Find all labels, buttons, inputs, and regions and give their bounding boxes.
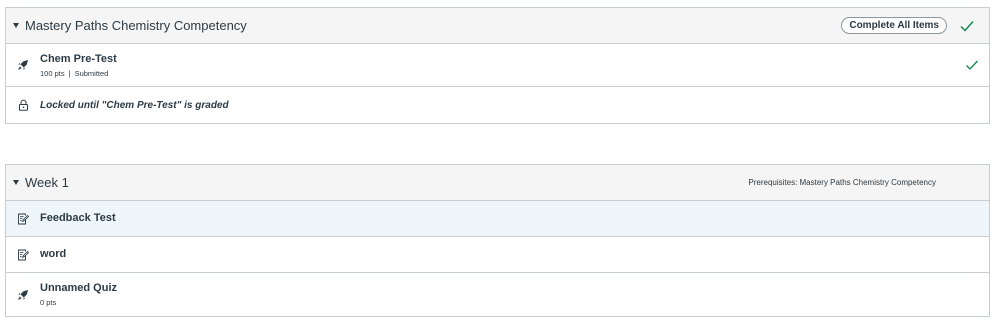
quiz-rocket-icon [6,289,40,301]
module-week-1: Week 1 Prerequisites: Mastery Paths Chem… [5,164,990,317]
checkmark-icon [966,60,978,70]
item-title[interactable]: word [40,248,66,261]
lock-icon [6,99,40,111]
module-item-unnamed-quiz[interactable]: Unnamed Quiz 0 pts [6,273,989,316]
module-item-feedback-test[interactable]: Feedback Test [6,201,989,237]
item-points: 100 pts [40,68,65,78]
prerequisites-text: Prerequisites: Mastery Paths Chemistry C… [748,178,936,187]
module-item-word[interactable]: word [6,237,989,273]
item-status: Submitted [74,68,109,78]
module-header[interactable]: Mastery Paths Chemistry Competency Compl… [6,8,989,44]
module-item-chem-pre-test[interactable]: Chem Pre-Test 100 pts | Submitted [6,44,989,87]
module-title: Mastery Paths Chemistry Competency [25,18,247,33]
collapse-caret-icon[interactable] [13,23,19,28]
locked-message: Locked until "Chem Pre-Test" is graded [40,99,229,111]
module-item-locked: Locked until "Chem Pre-Test" is graded [6,87,989,123]
requirement-badge: Complete All Items [841,17,947,34]
collapse-caret-icon[interactable] [13,180,19,185]
module-mastery-paths: Mastery Paths Chemistry Competency Compl… [5,7,990,124]
item-title[interactable]: Feedback Test [40,212,116,225]
meta-separator: | [68,68,71,78]
item-title[interactable]: Chem Pre-Test [40,53,117,66]
checkmark-icon [960,20,974,32]
item-title[interactable]: Unnamed Quiz [40,282,117,295]
quiz-rocket-icon [6,59,40,71]
item-details: 100 pts | Submitted [40,69,117,78]
assignment-icon [6,249,40,261]
item-points: 0 pts [40,298,57,307]
assignment-icon [6,213,40,225]
module-header[interactable]: Week 1 Prerequisites: Mastery Paths Chem… [6,165,989,201]
module-title: Week 1 [25,175,69,190]
